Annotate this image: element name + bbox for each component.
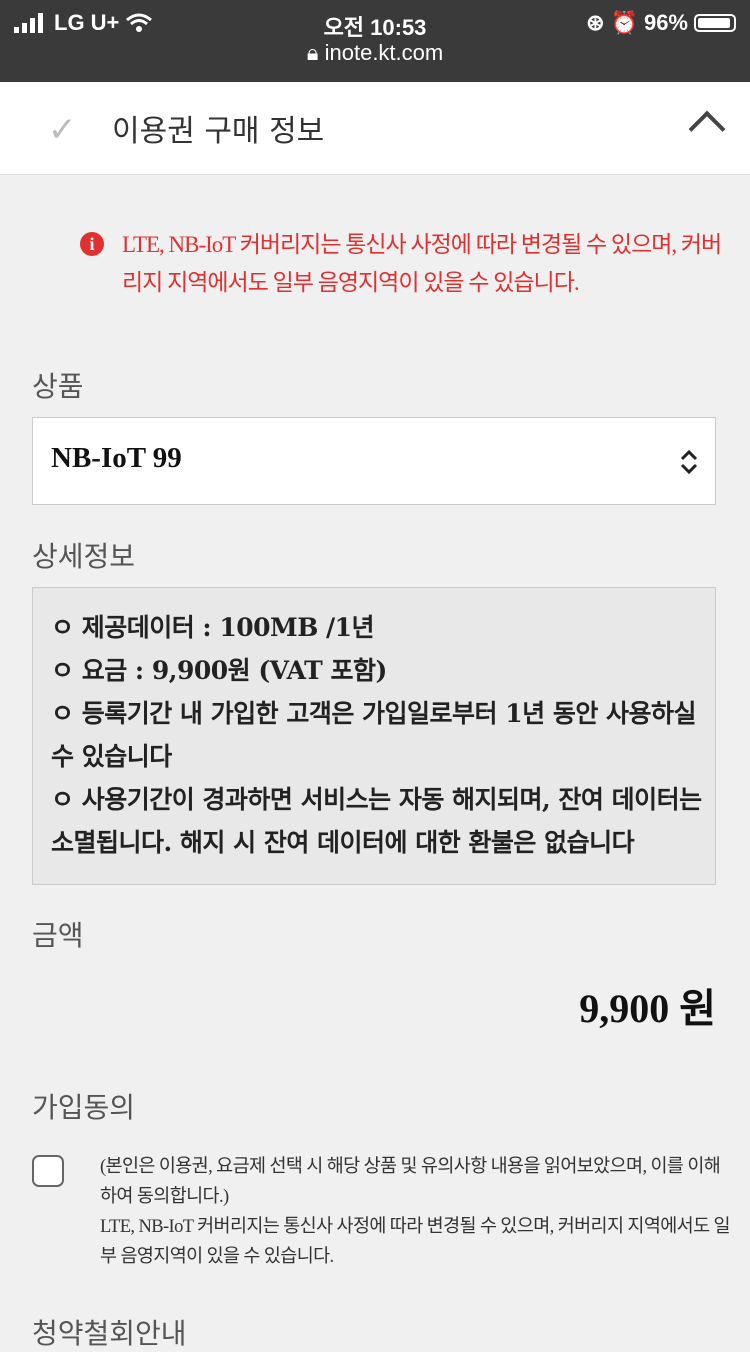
section-title: 이용권 구매 정보: [112, 114, 325, 149]
url-text: inote.kt.com: [324, 40, 444, 65]
detail-line: ㅇ 요금 : 9,900원 (VAT 포함): [51, 656, 387, 685]
notice-text: LTE, NB-IoT 커버리지는 통신사 사정에 따라 변경될 수 있으며, …: [122, 232, 722, 295]
consent-label: 가입동의: [32, 1091, 136, 1124]
alarm-icon: ⏰: [610, 10, 638, 35]
detail-line: ㅇ 사용기간이 경과하면 서비스는 자동 해지되며, 잔여 데이터는 소멸됩니다…: [51, 785, 702, 857]
detail-line: ㅇ 등록기간 내 가입한 고객은 가입일로부터 1년 동안 사용하실 수 있습니…: [51, 699, 697, 771]
product-select[interactable]: NB-IoT 99: [32, 417, 716, 505]
url-bar[interactable]: 🔒︎ inote.kt.com: [0, 40, 750, 66]
consent-checkbox[interactable]: [32, 1155, 64, 1187]
lock-icon: 🔒︎: [306, 40, 319, 65]
product-select-value: NB-IoT 99: [51, 442, 182, 474]
details-textarea[interactable]: ㅇ 제공데이터 : 100MB /1년 ㅇ 요금 : 9,900원 (VAT 포…: [32, 587, 716, 885]
detail-line: ㅇ 제공데이터 : 100MB /1년: [51, 613, 375, 642]
section-header[interactable]: ✓ 이용권 구매 정보: [0, 82, 750, 175]
consent-text: (본인은 이용권, 요금제 선택 시 해당 상품 및 유의사항 내용을 읽어보았…: [100, 1152, 731, 1272]
info-icon: i: [80, 232, 104, 256]
chevron-up-icon[interactable]: [688, 110, 726, 148]
rotation-lock-icon: ⊛: [586, 10, 605, 35]
withdrawal-info-label: 청약철회안내: [32, 1317, 187, 1350]
battery-percent: 96%: [643, 10, 688, 35]
updown-chevron-icon: [680, 449, 698, 475]
consent-text-1: (본인은 이용권, 요금제 선택 시 해당 상품 및 유의사항 내용을 읽어보았…: [100, 1157, 721, 1207]
details-label: 상세정보: [32, 540, 136, 573]
consent-text-2: LTE, NB-IoT 커버리지는 통신사 사정에 따라 변경될 수 있으며, …: [100, 1217, 731, 1267]
battery-icon: [694, 14, 736, 32]
status-bar: LG U+ 오전 10:53 ⊛ ⏰ 96% 🔒︎ inote.kt.com: [0, 0, 750, 82]
product-label: 상품: [32, 370, 84, 403]
check-icon: ✓: [48, 110, 77, 150]
price-amount: 9,900 원: [579, 986, 716, 1031]
price-label: 금액: [32, 919, 84, 952]
details-content: ㅇ 제공데이터 : 100MB /1년 ㅇ 요금 : 9,900원 (VAT 포…: [51, 606, 711, 864]
